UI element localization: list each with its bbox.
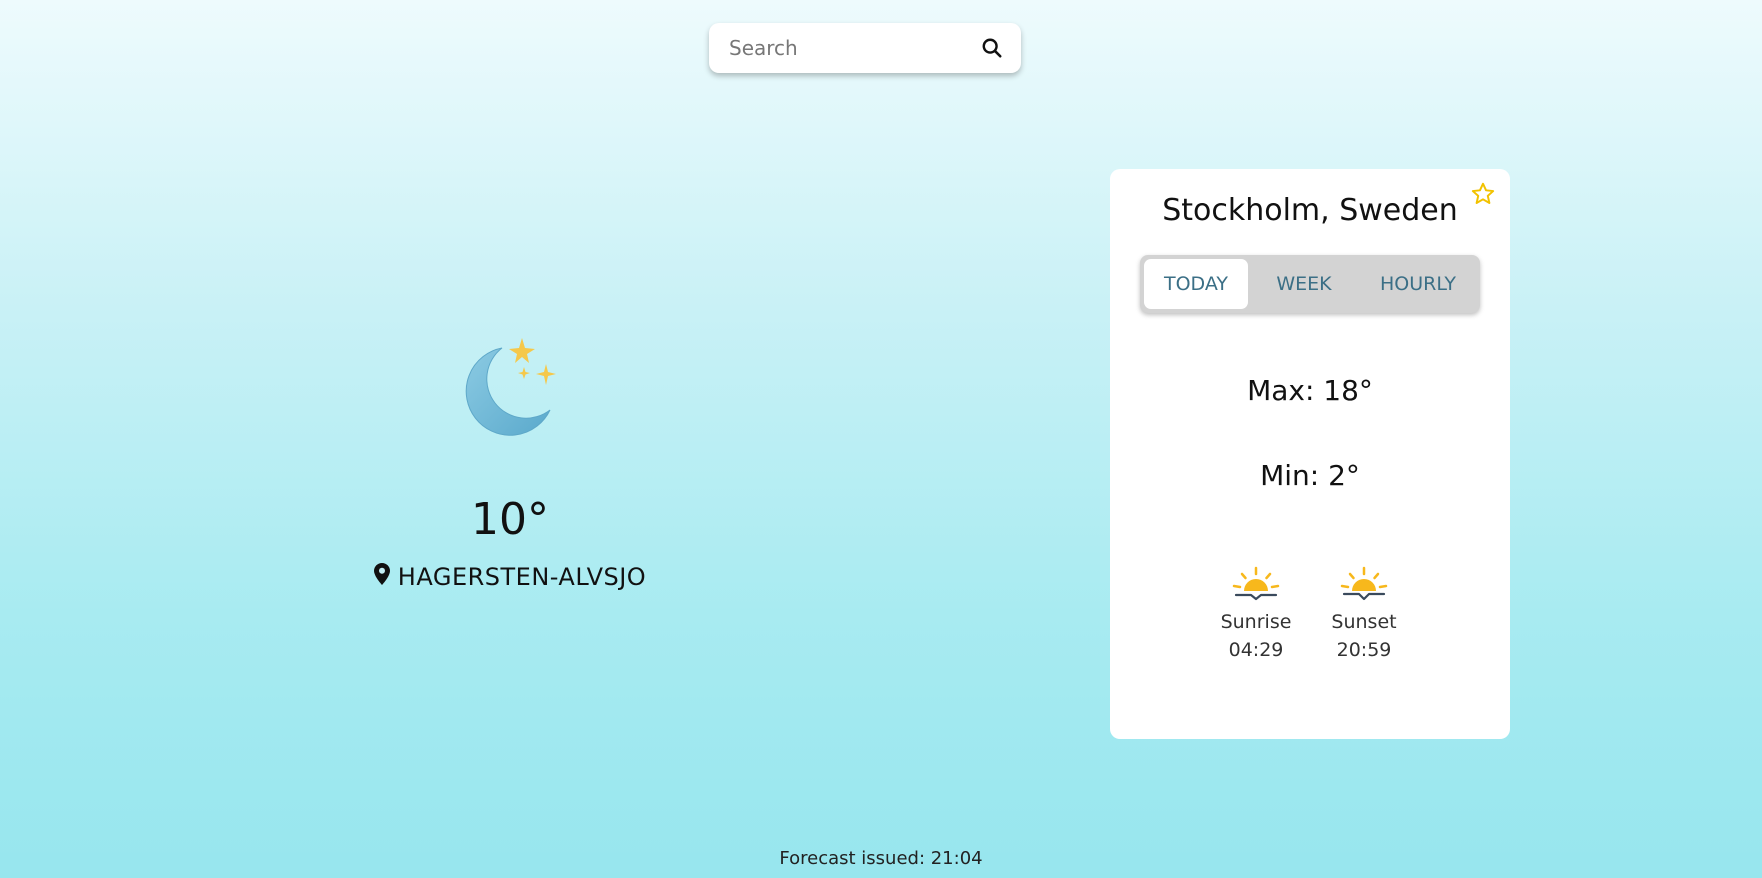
star-icon[interactable]: [1470, 181, 1496, 207]
sunrise-label: Sunrise: [1220, 611, 1292, 633]
sunrise-icon: [1220, 565, 1292, 603]
forecast-card: Stockholm, Sweden TODAY WEEK HOURLY Max:…: [1110, 169, 1510, 739]
search-bar: [709, 23, 1021, 73]
forecast-tabs: TODAY WEEK HOURLY: [1140, 255, 1480, 313]
tab-today[interactable]: TODAY: [1144, 259, 1248, 309]
location-label: HAGERSTEN-ALVSJO: [340, 563, 680, 591]
location-name: HAGERSTEN-ALVSJO: [397, 563, 647, 591]
tab-hourly[interactable]: HOURLY: [1360, 259, 1476, 309]
current-temperature: 10°: [471, 494, 549, 545]
forecast-issued: Forecast issued: 21:04: [779, 848, 983, 869]
moon-stars-icon: [450, 330, 570, 450]
search-input[interactable]: [709, 23, 969, 73]
city-title: Stockholm, Sweden: [1162, 193, 1458, 228]
max-temperature: Max: 18°: [1247, 374, 1373, 407]
sunset-time: 20:59: [1336, 639, 1392, 661]
current-weather: 10° HAGERSTEN-ALVSJO: [340, 330, 680, 591]
sun-times: Sunrise 04:29 Sunset 20:59: [1110, 565, 1510, 661]
sunrise-time: 04:29: [1228, 639, 1284, 661]
sunset-icon: [1328, 565, 1400, 603]
sunset-label: Sunset: [1331, 611, 1397, 633]
location-pin-icon: [373, 563, 390, 591]
search-icon[interactable]: [979, 35, 1005, 61]
sunset: Sunset 20:59: [1328, 565, 1400, 661]
min-temperature: Min: 2°: [1260, 459, 1360, 492]
sunrise: Sunrise 04:29: [1220, 565, 1292, 661]
tab-week[interactable]: WEEK: [1248, 259, 1360, 309]
